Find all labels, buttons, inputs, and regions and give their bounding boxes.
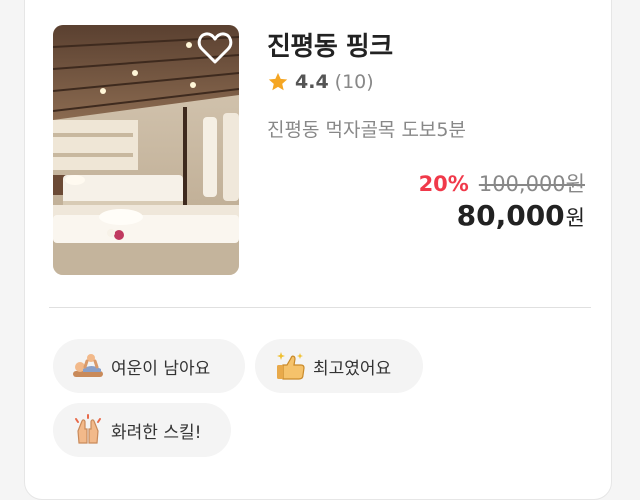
tag-label: 여운이 남아요 (111, 358, 211, 379)
discount-rate: 20% (418, 172, 469, 196)
tag-label: 화려한 스킬! (111, 422, 202, 443)
review-tag-lingering[interactable]: 여운이 남아요 (53, 339, 245, 393)
original-price: 100,000원 (478, 172, 585, 196)
divider (49, 307, 591, 308)
location-text: 진평동 먹자골목 도보5분 (267, 119, 466, 141)
thumbs-up-sparkle-icon (277, 352, 305, 380)
review-tag-skill[interactable]: 화려한 스킬! (53, 403, 231, 457)
final-price-amount: 80,000 (456, 199, 565, 232)
review-count[interactable]: (10) (335, 71, 374, 93)
review-tag-best[interactable]: 최고였어요 (255, 339, 423, 393)
tag-label: 최고였어요 (313, 358, 392, 379)
price-row: 20% 100,000원 (419, 168, 585, 198)
spa-room-image[interactable] (53, 25, 239, 275)
star-icon (268, 72, 288, 91)
currency-unit: 원 (565, 206, 585, 230)
massage-icon (73, 354, 103, 377)
praying-hands-icon (75, 414, 101, 444)
listing-card[interactable]: 진평동 핑크 4.4 (10) 진평동 먹자골목 도보5분 20% 100,00… (24, 0, 612, 500)
rating-row: 4.4 (10) (267, 71, 374, 93)
favorite-heart-icon[interactable] (197, 31, 233, 65)
rating-score: 4.4 (295, 71, 329, 93)
listing-title[interactable]: 진평동 핑크 (267, 26, 393, 63)
final-price: 80,000 원 (457, 199, 585, 232)
